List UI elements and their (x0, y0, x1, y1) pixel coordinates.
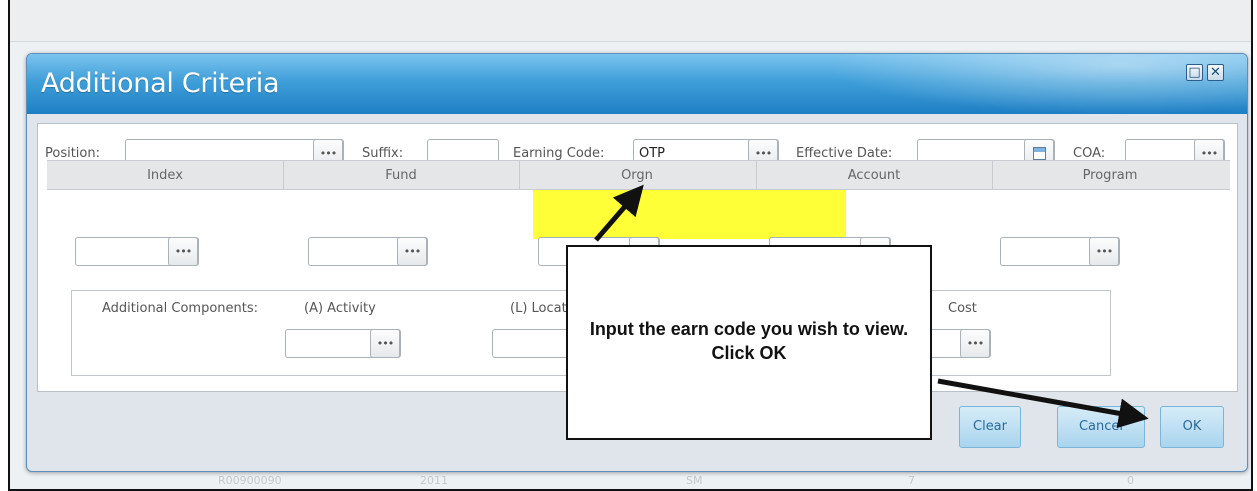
arrow-to-ok-button (937, 378, 1149, 429)
arrow-to-earning-code (594, 184, 644, 242)
app-window: R00900090 2011 SM 7 0 Additional Criteri… (8, 0, 1253, 491)
annotation-arrows (594, 184, 1149, 429)
